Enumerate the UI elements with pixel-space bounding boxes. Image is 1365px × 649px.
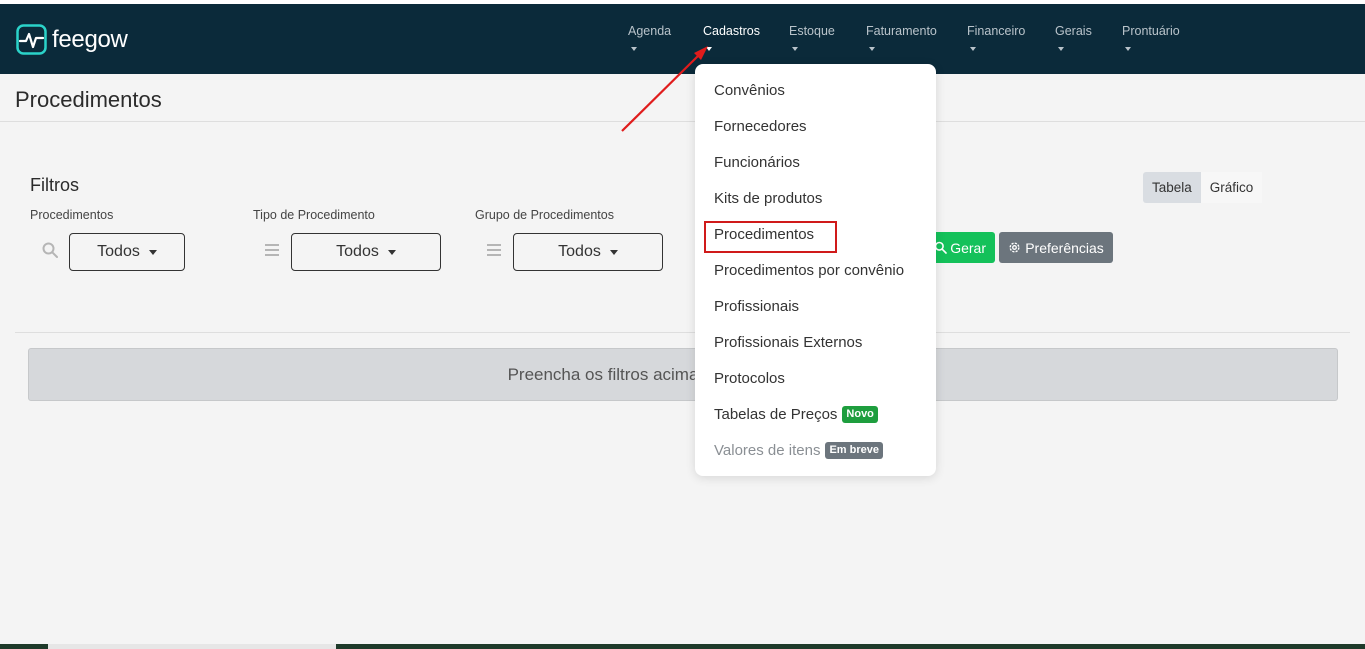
toggle-tabela[interactable]: Tabela [1143, 172, 1201, 203]
logo[interactable]: feegow [16, 24, 128, 55]
nav-item-label: Estoque [789, 24, 835, 38]
caret-down-icon [1058, 47, 1064, 51]
menu-item-valores-itens: Valores de itens Em breve [714, 442, 883, 459]
filters-title: Filtros [30, 175, 79, 195]
select-value: Todos [336, 243, 379, 260]
gear-icon [1009, 242, 1020, 253]
menu-item-label: Protocolos [714, 370, 785, 387]
menu-item-protocolos[interactable]: Protocolos [714, 370, 785, 387]
nav-item-label: Cadastros [703, 24, 760, 38]
nav-item-label: Prontuário [1122, 24, 1180, 38]
caret-down-icon [387, 249, 396, 255]
nav-item-label: Gerais [1055, 24, 1092, 38]
nav-item-label: Agenda [628, 24, 672, 38]
list-icon [265, 244, 279, 256]
list-icon [487, 244, 501, 256]
search-icon [42, 242, 58, 258]
menu-item-label: Procedimentos [714, 226, 815, 243]
menu-item-tabelas-precos[interactable]: Tabelas de Preços Novo [714, 406, 878, 423]
tipo-procedimento-select[interactable]: Todos [291, 233, 441, 271]
preferences-label: Preferências [1025, 239, 1104, 256]
nav-item-financeiro[interactable]: Financeiro [967, 24, 1025, 51]
menu-item-label: Kits de produtos [714, 190, 823, 207]
menu-item-profissionais-externos[interactable]: Profissionais Externos [714, 334, 862, 351]
nav-item-agenda[interactable]: Agenda [628, 24, 671, 51]
menu-item-label: Funcionários [714, 154, 800, 171]
select-value: Todos [558, 243, 601, 260]
taskbar-tab [48, 644, 336, 649]
menu-item-label: Fornecedores [714, 118, 807, 135]
search-icon [934, 241, 948, 254]
menu-item-label: Convênios [714, 82, 785, 99]
menu-item-profissionais[interactable]: Profissionais [714, 298, 799, 315]
procedimentos-select[interactable]: Todos [69, 233, 185, 271]
caret-down-icon [609, 249, 618, 255]
generate-label: Gerar [950, 239, 986, 256]
filter-label-grupo: Grupo de Procedimentos [475, 208, 614, 222]
caret-down-icon [631, 47, 637, 51]
page-title: Procedimentos [15, 87, 162, 112]
menu-item-label: Tabelas de Preços [714, 406, 838, 423]
grupo-procedimentos-select[interactable]: Todos [513, 233, 663, 271]
nav-item-estoque[interactable]: Estoque [789, 24, 835, 51]
toggle-grafico[interactable]: Gráfico [1200, 172, 1263, 203]
caret-down-icon [792, 47, 798, 51]
logo-text: feegow [52, 25, 128, 53]
view-toggle: Tabela Gráfico [1143, 172, 1263, 203]
new-badge: Novo [842, 406, 878, 423]
menu-item-label: Profissionais [714, 298, 800, 315]
cadastros-dropdown-menu: Convênios Fornecedores Funcionários Kits… [695, 64, 936, 476]
nav-item-gerais[interactable]: Gerais [1055, 24, 1092, 51]
nav-item-cadastros[interactable]: Cadastros [703, 24, 760, 51]
caret-down-icon [970, 47, 976, 51]
caret-down-icon [706, 47, 712, 51]
caret-down-icon [869, 47, 875, 51]
nav-item-prontuario[interactable]: Prontuário [1122, 24, 1180, 51]
empty-state-message: Preencha os filtros acima [28, 348, 1338, 401]
divider [0, 121, 1365, 122]
logo-icon [16, 24, 47, 55]
menu-item-procedimentos[interactable]: Procedimentos [714, 226, 814, 243]
menu-item-convenios[interactable]: Convênios [714, 82, 785, 99]
coming-soon-badge: Em breve [825, 442, 883, 459]
nav-item-faturamento[interactable]: Faturamento [866, 24, 937, 51]
menu-item-kits-produtos[interactable]: Kits de produtos [714, 190, 822, 207]
annotation-arrow-icon [621, 46, 708, 132]
caret-down-icon [148, 249, 157, 255]
nav-item-label: Faturamento [866, 24, 937, 38]
preferences-button[interactable]: Preferências [999, 232, 1113, 263]
menu-item-procedimentos-por-convenio[interactable]: Procedimentos por convênio [714, 262, 904, 279]
filter-label-tipo: Tipo de Procedimento [253, 208, 375, 222]
menu-item-label: Valores de itens [714, 442, 821, 459]
top-navbar: feegow Agenda Cadastros Estoque Faturame… [0, 4, 1365, 74]
select-value: Todos [97, 243, 140, 260]
nav-item-label: Financeiro [967, 24, 1026, 38]
empty-state-text: Preencha os filtros acima [507, 364, 699, 384]
menu-item-fornecedores[interactable]: Fornecedores [714, 118, 807, 135]
filter-label-procedimentos: Procedimentos [30, 208, 114, 222]
menu-item-label: Profissionais Externos [714, 334, 863, 351]
divider [15, 332, 1350, 333]
caret-down-icon [1125, 47, 1131, 51]
menu-item-funcionarios[interactable]: Funcionários [714, 154, 800, 171]
menu-item-label: Procedimentos por convênio [714, 262, 905, 279]
